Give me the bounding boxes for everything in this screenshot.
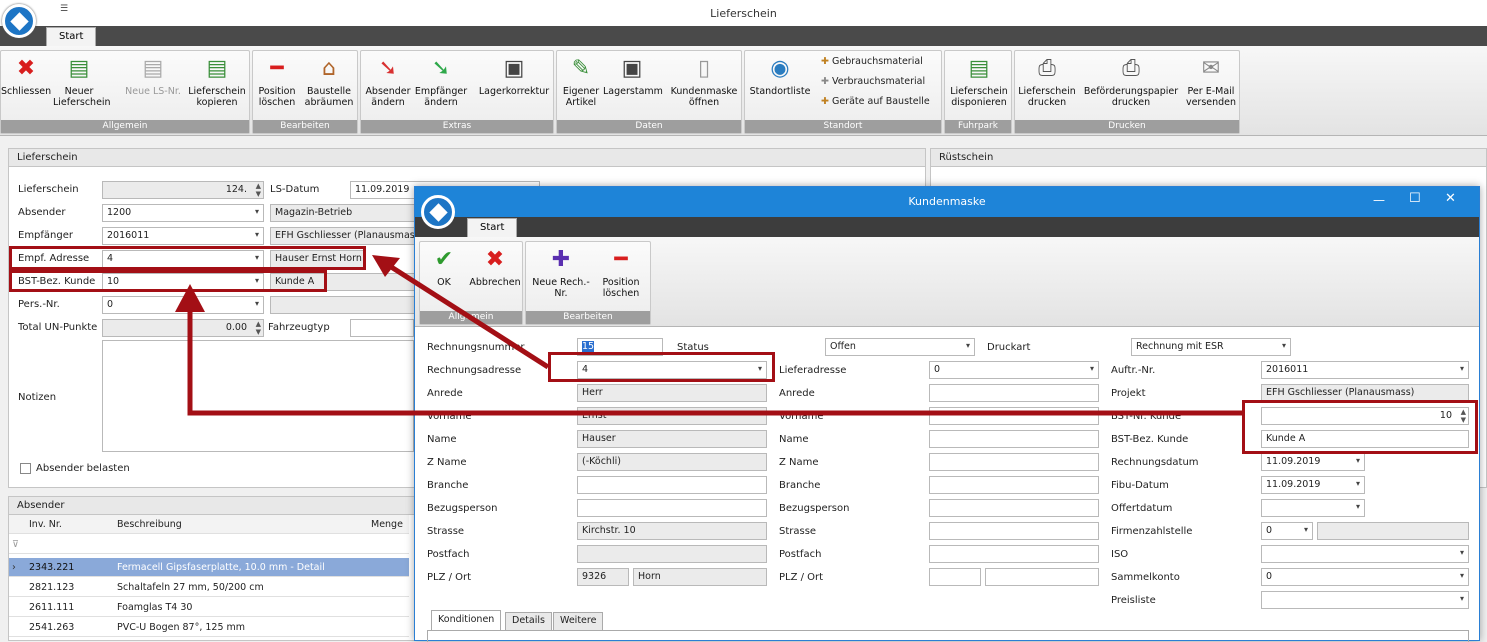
arrow-line xyxy=(187,308,1242,416)
arrow-line xyxy=(383,260,550,370)
app-logo-icon[interactable] xyxy=(2,4,36,38)
annotation-arrows xyxy=(175,255,1242,416)
arrow-head xyxy=(175,284,205,312)
dialog-logo-icon[interactable] xyxy=(421,195,455,229)
arrow-head xyxy=(372,255,400,277)
